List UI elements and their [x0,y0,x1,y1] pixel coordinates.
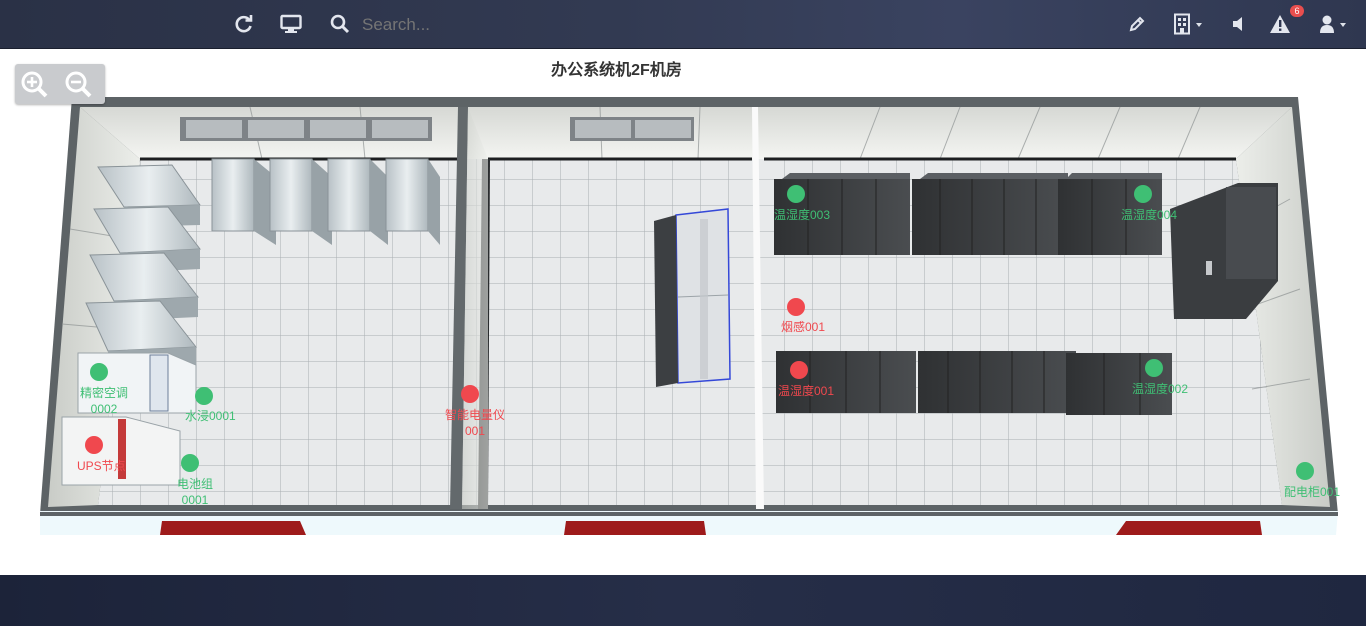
sensor-label: 温湿度002 [1132,382,1189,396]
sensor-label: 电池组 [176,477,213,491]
sensor-label: UPS节点 [77,459,126,473]
zoom-in-icon[interactable] [18,69,50,99]
status-dot [181,454,199,472]
status-dot [787,298,805,316]
monitor-icon[interactable] [280,12,302,36]
building-caret-icon[interactable] [1196,23,1202,27]
status-dot [1134,185,1152,203]
user-caret-icon[interactable] [1340,23,1346,27]
status-dot [461,385,479,403]
status-dot [85,436,103,454]
sensor-label: 温湿度003 [774,208,831,222]
zoom-out-icon[interactable] [62,69,94,99]
sensor-label-line2: 001 [464,424,486,438]
sensor-label: 精密空调 [80,386,129,400]
status-dot [90,363,108,381]
status-dot [787,185,805,203]
sensor-label-line2: 0001 [181,493,209,507]
sensor-label-line2: 0002 [90,402,118,416]
top-navbar: 6 [0,0,1366,49]
building-icon[interactable] [1172,12,1192,36]
sensor-label: 智能电量仪 [444,408,505,422]
refresh-icon[interactable] [233,12,255,36]
warning-icon[interactable] [1269,12,1291,36]
status-dot [1296,462,1314,480]
search-input[interactable] [362,14,522,36]
search-icon[interactable] [329,12,351,36]
pencil-icon[interactable] [1127,12,1147,36]
sensor-label: 水浸0001 [185,409,236,423]
sensor-label: 烟感001 [781,320,826,334]
sensor-label: 配电柜001 [1284,485,1341,499]
sensor-label: 温湿度001 [778,384,835,398]
status-dot [1145,359,1163,377]
sensor-label: 温湿度004 [1121,208,1178,222]
user-icon[interactable] [1318,12,1336,36]
status-dot [195,387,213,405]
zoom-controls [15,64,105,104]
bottom-bar [0,575,1366,626]
main-panel: 办公系统机2F机房 温湿度003 温湿度004 烟感001 温湿度001 温湿度… [0,49,1366,575]
speaker-icon[interactable] [1230,12,1246,36]
alert-count-badge: 6 [1290,5,1304,17]
status-dot [790,361,808,379]
